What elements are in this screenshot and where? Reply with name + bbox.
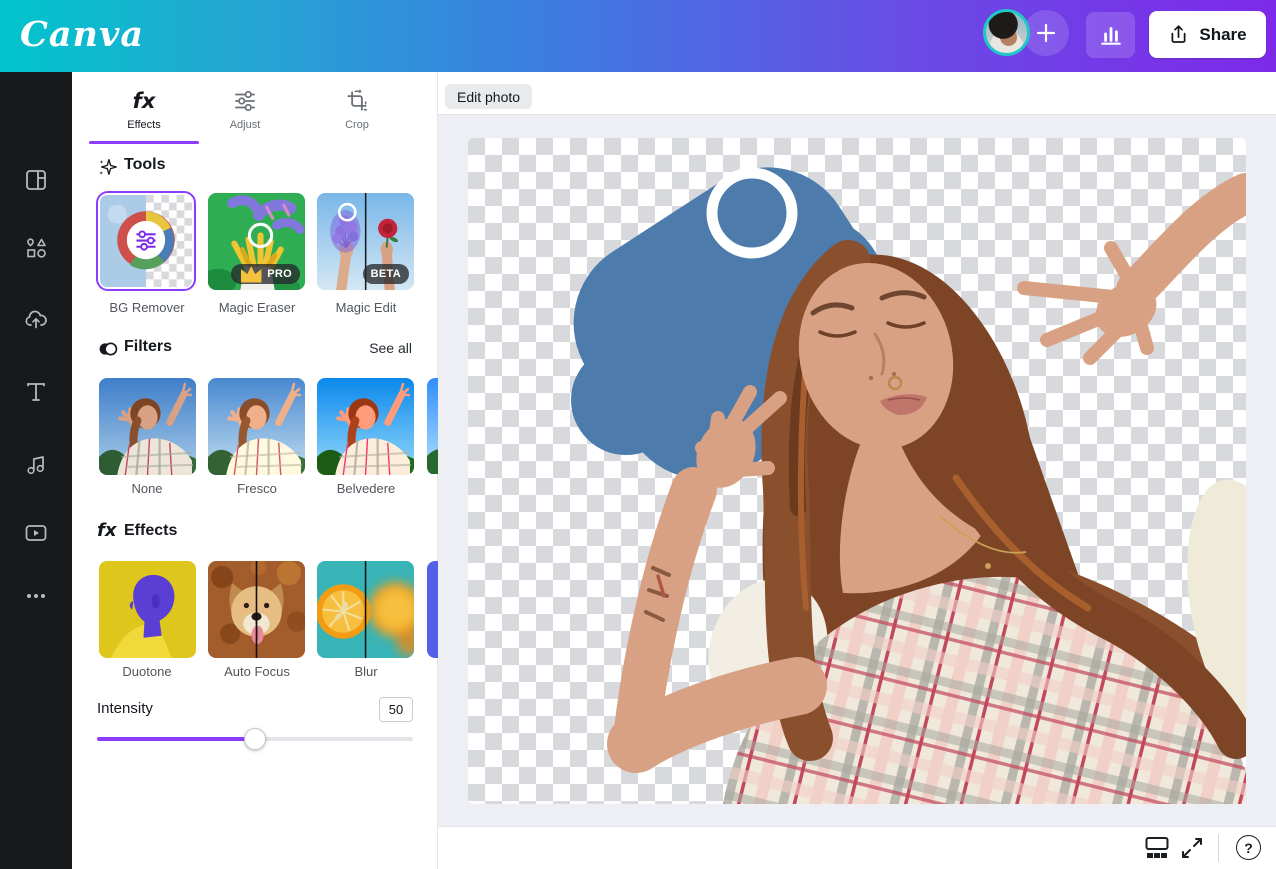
edit-photo-breadcrumb[interactable]: Edit photo	[445, 84, 532, 109]
sidebar-item-more[interactable]	[24, 584, 48, 608]
filter-belvedere[interactable]	[317, 378, 414, 475]
tool-label-magic-eraser: Magic Eraser	[202, 300, 312, 315]
filter-belvedere-thumbnail	[317, 378, 414, 475]
design-icon	[24, 168, 48, 192]
canva-logo[interactable]: Canva	[20, 14, 144, 55]
expand-arrows-icon	[1180, 836, 1204, 860]
effects-section-title: Effects	[124, 522, 177, 540]
app-header: Canva Share	[0, 0, 1276, 72]
effect-label-blur: Blur	[311, 664, 421, 679]
tools-section-title: Tools	[124, 156, 165, 174]
effect-label-duotone: Duotone	[92, 664, 202, 679]
filters-see-all-link[interactable]: See all	[369, 340, 412, 356]
canvas-bottom-bar: ?	[438, 826, 1276, 869]
filters-icon	[97, 338, 119, 360]
editor-canvas-area: Edit photo	[438, 72, 1276, 869]
sidebar-item-elements[interactable]	[24, 236, 48, 260]
pages-view-icon	[1145, 836, 1169, 860]
question-mark-icon: ?	[1244, 840, 1253, 856]
pro-badge: PRO	[231, 264, 300, 284]
blur-thumbnail	[317, 561, 414, 658]
filter-label-belvedere: Belvedere	[311, 481, 421, 496]
effects-panel: fx Effects Adjust Crop	[72, 72, 438, 869]
filter-fresco[interactable]	[208, 378, 305, 475]
duotone-thumbnail	[99, 561, 196, 658]
photo-composition	[468, 138, 1246, 804]
tool-label-bg-remover: BG Remover	[92, 300, 202, 315]
text-icon	[24, 380, 48, 404]
video-icon	[24, 521, 48, 545]
filters-section-title: Filters	[124, 338, 172, 356]
filter-none-thumbnail	[99, 378, 196, 475]
crown-icon	[239, 264, 263, 284]
tool-bg-remover[interactable]	[96, 191, 196, 291]
white-ring-circle[interactable]	[712, 173, 792, 253]
tab-effects[interactable]: fx Effects	[89, 86, 199, 131]
filter-none[interactable]	[99, 378, 196, 475]
share-upload-icon	[1168, 24, 1189, 45]
fullscreen-button[interactable]	[1180, 836, 1204, 860]
fx-effects-icon: fx	[97, 520, 121, 542]
plus-icon	[1034, 21, 1058, 45]
effect-label-auto-focus: Auto Focus	[202, 664, 312, 679]
bg-remover-thumbnail	[100, 195, 192, 287]
user-avatar[interactable]	[983, 9, 1030, 56]
share-button[interactable]: Share	[1149, 11, 1266, 58]
tool-magic-edit[interactable]: BETA	[317, 193, 414, 290]
filter-partial-thumbnail[interactable]	[427, 378, 438, 475]
sidebar-item-text[interactable]	[24, 380, 48, 404]
effect-partial-thumbnail[interactable]	[427, 561, 438, 658]
intensity-input[interactable]: 50	[379, 697, 413, 722]
photo-being-edited[interactable]	[468, 138, 1246, 804]
music-note-icon	[24, 452, 48, 476]
tab-effects-label: Effects	[89, 119, 199, 131]
auto-focus-thumbnail	[208, 561, 305, 658]
effect-auto-focus[interactable]	[208, 561, 305, 658]
more-dots-icon	[24, 584, 48, 608]
filter-fresco-thumbnail	[208, 378, 305, 475]
cloud-upload-icon	[24, 308, 48, 332]
elements-icon	[24, 236, 48, 260]
filter-label-fresco: Fresco	[202, 481, 312, 496]
sidebar-item-videos[interactable]	[24, 521, 48, 545]
intensity-slider-thumb[interactable]	[244, 728, 266, 750]
adjust-sliders-icon	[232, 88, 258, 114]
intensity-slider-fill	[97, 737, 255, 741]
tool-label-magic-edit: Magic Edit	[311, 300, 421, 315]
sidebar-item-uploads[interactable]	[24, 308, 48, 332]
object-panel-rail	[0, 72, 72, 869]
filter-label-none: None	[92, 481, 202, 496]
active-tab-indicator	[89, 141, 199, 144]
sidebar-item-audio[interactable]	[24, 452, 48, 476]
tab-adjust-label: Adjust	[190, 119, 300, 131]
intensity-label: Intensity	[97, 700, 153, 717]
tool-magic-eraser[interactable]: PRO	[208, 193, 305, 290]
pages-view-button[interactable]	[1145, 836, 1169, 860]
effect-blur[interactable]	[317, 561, 414, 658]
crop-icon	[344, 88, 370, 114]
tab-crop-label: Crop	[302, 119, 412, 131]
work-area	[438, 115, 1276, 826]
sidebar-item-design[interactable]	[24, 168, 48, 192]
beta-badge: BETA	[363, 264, 409, 284]
bar-chart-icon	[1098, 22, 1124, 48]
fx-icon: fx	[133, 89, 156, 113]
tab-adjust[interactable]: Adjust	[190, 86, 300, 131]
bottom-bar-divider	[1218, 834, 1219, 862]
effect-duotone[interactable]	[99, 561, 196, 658]
share-button-label: Share	[1199, 25, 1246, 45]
tab-crop[interactable]: Crop	[302, 86, 412, 131]
sparkle-tools-icon	[97, 156, 119, 178]
insights-button[interactable]	[1086, 12, 1135, 58]
help-button[interactable]: ?	[1236, 835, 1261, 860]
